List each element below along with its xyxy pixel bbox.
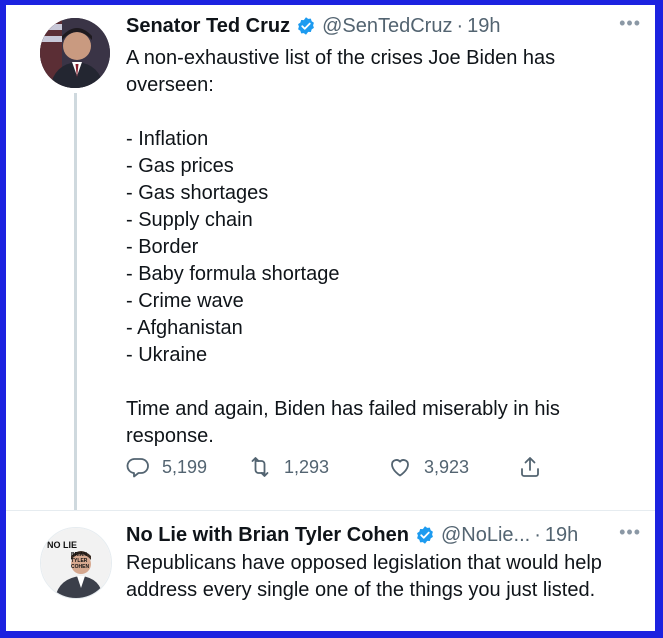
reply-display-name[interactable]: No Lie with Brian Tyler Cohen: [126, 522, 409, 548]
reply-text: Republicans have opposed legislation tha…: [126, 552, 602, 601]
display-name[interactable]: Senator Ted Cruz: [126, 13, 290, 39]
reply-handle[interactable]: @NoLie...: [441, 522, 530, 548]
share-icon: [521, 457, 539, 477]
handle[interactable]: @SenTedCruz: [322, 13, 452, 39]
reply-timestamp[interactable]: 19h: [545, 522, 578, 548]
avatar[interactable]: [40, 18, 110, 88]
tweet-content: Senator Ted Cruz @SenTedCruz · 19h ••• A…: [126, 13, 641, 450]
like-icon: [391, 459, 409, 477]
thread-line: [74, 93, 77, 510]
verified-badge-icon: [415, 525, 435, 545]
reply-count: 5,199: [162, 456, 208, 477]
separator-dot: ·: [534, 524, 541, 546]
reply-content: No Lie with Brian Tyler Cohen @NoLie... …: [126, 522, 641, 604]
retweet-button[interactable]: 1,293: [248, 455, 329, 479]
like-count: 3,923: [424, 456, 470, 477]
action-bar: 5,199 1,293 3,923: [126, 455, 556, 485]
separator-dot: ·: [456, 15, 464, 37]
like-button[interactable]: 3,923: [388, 455, 469, 479]
avatar-logo-subtext: BRIAN TYLER COHEN: [71, 552, 90, 570]
avatar-image: [40, 18, 110, 88]
tweet-text: A non-exhaustive list of the crises Joe …: [126, 47, 560, 447]
share-button[interactable]: [518, 455, 554, 479]
tweet-thread: Senator Ted Cruz @SenTedCruz · 19h ••• A…: [6, 5, 655, 631]
retweet-icon: [251, 457, 269, 477]
reply-avatar[interactable]: NO LIE BRIAN TYLER COHEN: [40, 527, 112, 599]
main-tweet[interactable]: Senator Ted Cruz @SenTedCruz · 19h ••• A…: [6, 5, 655, 510]
reply-header: No Lie with Brian Tyler Cohen @NoLie... …: [126, 522, 641, 548]
reply-tweet[interactable]: NO LIE BRIAN TYLER COHEN No Lie with Bri…: [6, 510, 655, 631]
reply-icon: [126, 458, 149, 478]
reply-button[interactable]: 5,199: [126, 455, 207, 479]
more-icon[interactable]: •••: [619, 522, 641, 542]
timestamp[interactable]: 19h: [467, 13, 500, 39]
verified-badge-icon: [296, 16, 316, 36]
more-icon[interactable]: •••: [619, 13, 641, 33]
avatar-logo-text: NO LIE: [47, 540, 78, 550]
tweet-header: Senator Ted Cruz @SenTedCruz · 19h: [126, 13, 641, 39]
retweet-count: 1,293: [284, 456, 330, 477]
